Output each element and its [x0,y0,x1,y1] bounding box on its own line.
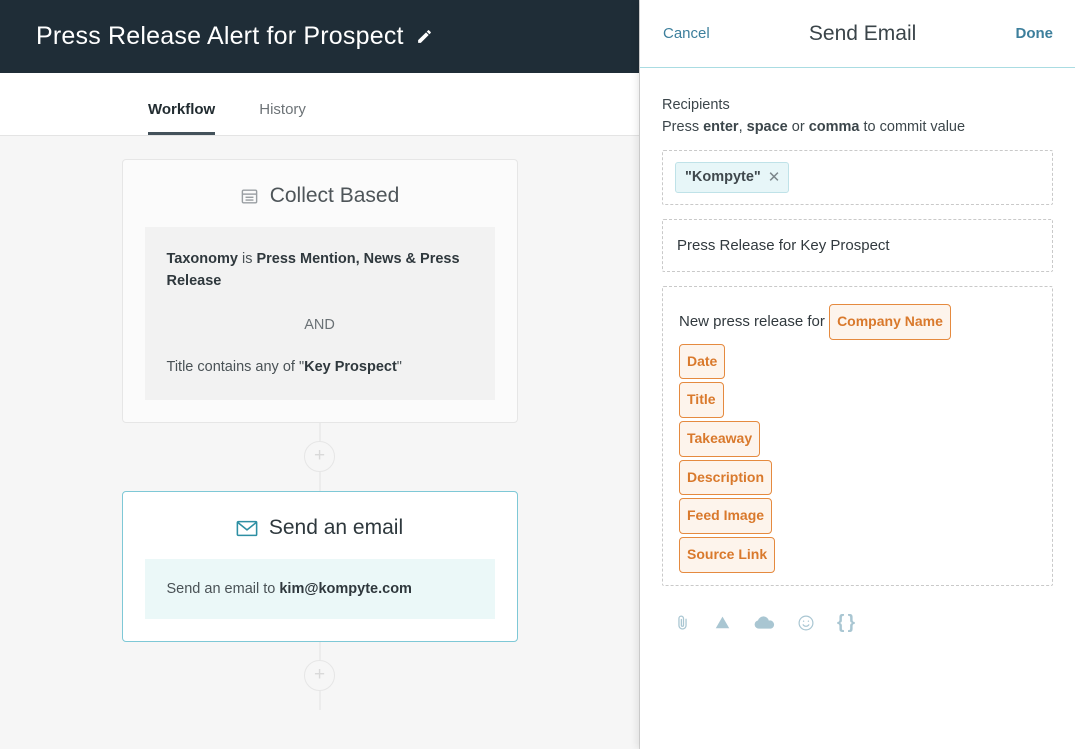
hint-key-space: space [746,119,788,136]
app-header: Press Release Alert for Prospect [0,0,639,73]
workflow-pane: Press Release Alert for Prospect Workflo… [0,0,640,749]
node-title: Send an email [268,516,404,540]
panel-header: Cancel Send Email Done [640,0,1075,68]
variable-braces-icon[interactable]: { } [837,612,855,634]
workflow-node-send-email[interactable]: Send an email Send an email to kim@kompy… [121,491,518,643]
tab-bar: Workflow History [0,73,639,136]
node-conditions: Taxonomy is Press Mention, News & Press … [144,227,495,401]
token-date[interactable]: Date [679,343,726,380]
hint-sep-2: or [787,119,809,136]
recipients-label-block: Recipients Press enter, space or comma t… [662,94,1053,139]
tab-history[interactable]: History [259,101,306,135]
panel-title: Send Email [808,21,917,45]
page-title: Press Release Alert for Prospect [36,22,404,50]
envelope-icon [236,519,258,538]
send-email-panel: Cancel Send Email Done Recipients Press … [640,0,1075,749]
token-company-name[interactable]: Company Name [829,303,951,340]
subject-value: Press Release for Key Prospect [677,236,890,254]
condition-operator-is: is [237,251,257,267]
tab-workflow[interactable]: Workflow [148,101,216,135]
condition-line-1: Taxonomy is Press Mention, News & Press … [167,248,473,292]
message-first-line: New press release for Company Name [679,303,1036,341]
workflow-connector-1: + [0,423,639,492]
emoji-icon[interactable] [797,614,815,632]
workflow-node-collect-based[interactable]: Collect Based Taxonomy is Press Mention,… [121,159,518,424]
cancel-button[interactable]: Cancel [663,25,710,42]
node-header: Collect Based [145,184,495,208]
subject-input[interactable]: Press Release for Key Prospect [662,218,1053,272]
email-recipient-address: kim@kompyte.com [279,581,412,598]
recipients-input[interactable]: "Kompyte" ✕ [662,149,1053,205]
cloud-upload-icon[interactable] [754,615,775,631]
token-description[interactable]: Description [679,459,773,496]
pencil-icon[interactable] [416,28,433,45]
workflow-canvas: Collect Based Taxonomy is Press Mention,… [0,136,639,749]
token-title[interactable]: Title [679,382,724,418]
message-body-input[interactable]: New press release for Company Name Date … [662,285,1053,586]
condition-field: Taxonomy [166,251,238,267]
recipient-chip-label: "Kompyte" [685,168,761,185]
workflow-connector-2: + [0,642,639,711]
token-feed-image[interactable]: Feed Image [679,498,773,535]
condition-title-suffix: " [396,359,402,376]
message-token-list: Date Title Takeaway Description Feed Ima… [679,343,1036,573]
node-title: Collect Based [269,184,400,207]
token-takeaway[interactable]: Takeaway [679,421,761,457]
done-button[interactable]: Done [1016,25,1054,42]
condition-title-prefix: Title contains any of " [166,359,305,376]
hint-sep-1: , [738,119,747,136]
panel-body: Recipients Press enter, space or comma t… [640,68,1075,749]
email-summary-prefix: Send an email to [166,581,280,598]
app-root: Press Release Alert for Prospect Workflo… [0,0,1075,749]
recipients-label: Recipients [662,97,730,113]
hint-suffix: to commit value [859,119,966,136]
add-step-button[interactable]: + [304,660,335,692]
message-static-text: New press release for [679,312,830,330]
attachment-icon[interactable] [674,613,691,632]
condition-logical-operator: AND [304,317,335,334]
condition-line-2: Title contains any of "Key Prospect" [167,356,473,378]
node-summary: Send an email to kim@kompyte.com [144,559,495,620]
message-toolbar: { } [662,600,1053,650]
workflow-flow: Collect Based Taxonomy is Press Mention,… [0,136,639,711]
condition-title-value: Key Prospect [304,359,397,376]
list-icon [240,187,259,206]
recipients-hint: Press enter, space or comma to commit va… [662,116,1053,138]
hint-key-enter: enter [703,119,739,136]
close-icon[interactable]: ✕ [768,168,781,186]
node-header: Send an email [145,516,495,540]
hint-key-comma: comma [808,119,860,136]
token-source-link[interactable]: Source Link [679,537,776,573]
google-drive-icon[interactable] [713,614,732,632]
hint-prefix: Press [662,119,704,136]
add-step-button[interactable]: + [304,441,335,473]
recipient-chip[interactable]: "Kompyte" ✕ [675,161,790,193]
